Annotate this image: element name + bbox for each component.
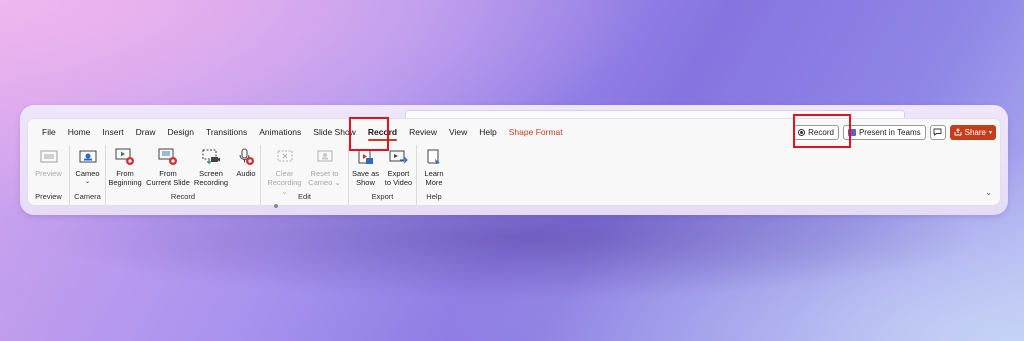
- tab-view[interactable]: View: [443, 119, 473, 145]
- ribbon-right-actions: Record Present in Teams Share ▾: [793, 123, 996, 141]
- reset-cameo-line2: Cameo ⌄: [308, 178, 341, 187]
- group-label-record: Record: [170, 192, 196, 201]
- save-as-show-icon: [356, 147, 376, 167]
- tab-insert[interactable]: Insert: [96, 119, 129, 145]
- reset-cameo-line1: Reset to: [310, 169, 339, 178]
- collapse-ribbon-chevron-icon[interactable]: ⌄: [985, 188, 992, 197]
- teams-icon: [847, 128, 856, 136]
- clear-recording-line1: Clear: [275, 169, 294, 178]
- learn-more-line2: More: [425, 178, 443, 187]
- learn-more-line1: Learn: [424, 169, 444, 178]
- tab-help[interactable]: Help: [473, 119, 502, 145]
- save-as-show-line1: Save as: [351, 169, 380, 178]
- export-video-line1: Export: [387, 169, 410, 178]
- preview-icon: [39, 147, 59, 167]
- screen-recording-icon: [201, 147, 221, 167]
- chevron-down-icon: ▾: [988, 129, 992, 136]
- tab-record[interactable]: Record: [362, 119, 403, 145]
- tab-slide-show[interactable]: Slide Show: [307, 119, 362, 145]
- preview-label: Preview: [35, 169, 62, 178]
- tab-home[interactable]: Home: [62, 119, 97, 145]
- group-camera: Cameo ⌄ Camera: [70, 145, 106, 205]
- group-label-preview: Preview: [35, 192, 62, 201]
- record-icon: [798, 128, 806, 136]
- group-label-edit: Edit: [298, 192, 311, 201]
- record-from-beginning-icon: [115, 147, 135, 167]
- tab-animations[interactable]: Animations: [253, 119, 307, 145]
- tab-transitions[interactable]: Transitions: [200, 119, 253, 145]
- title-bar: [405, 110, 905, 118]
- export-video-icon: [389, 147, 409, 167]
- book-icon: [424, 147, 444, 167]
- window-shadow: [40, 210, 984, 300]
- record-button[interactable]: Record: [793, 124, 839, 140]
- tab-draw[interactable]: Draw: [130, 119, 162, 145]
- group-help: Learn More Help: [417, 145, 451, 205]
- from-current-line1: From: [159, 169, 177, 178]
- ribbon-tabs: File Home Insert Draw Design Transitions…: [28, 119, 569, 145]
- cameo-label: Cameo: [75, 169, 100, 178]
- microphone-icon: [236, 147, 256, 167]
- chevron-down-icon: ⌄: [332, 178, 341, 187]
- ribbon: File Home Insert Draw Design Transitions…: [27, 118, 1001, 208]
- group-label-help: Help: [426, 192, 442, 201]
- share-label: Share: [964, 127, 986, 137]
- group-label-camera: Camera: [74, 192, 101, 201]
- clear-recording-icon: [275, 147, 295, 167]
- share-icon: [954, 128, 962, 136]
- record-button-label: Record: [808, 127, 834, 137]
- reset-cameo-line2-text: Cameo: [308, 178, 333, 187]
- export-video-line2: to Video: [384, 178, 413, 187]
- tab-design[interactable]: Design: [162, 119, 200, 145]
- chevron-down-icon: ⌄: [84, 179, 91, 185]
- tab-file[interactable]: File: [36, 119, 62, 145]
- present-in-teams-button[interactable]: Present in Teams: [842, 124, 926, 140]
- group-label-export: Export: [371, 192, 394, 201]
- record-from-current-icon: [158, 147, 178, 167]
- comments-button[interactable]: [929, 124, 946, 140]
- screen-recording-line1: Screen: [199, 169, 223, 178]
- tab-shape-format[interactable]: Shape Format: [503, 119, 569, 145]
- comment-icon: [933, 128, 942, 136]
- from-current-line2: Current Slide: [146, 178, 190, 187]
- from-beginning-line2: Beginning: [108, 178, 142, 187]
- reset-cameo-icon: [315, 147, 335, 167]
- group-export: Save as Show Export to Video Export: [349, 145, 417, 205]
- screen-recording-line2: Recording: [193, 178, 229, 187]
- audio-label: Audio: [236, 169, 256, 178]
- clear-recording-line2-text: Recording: [267, 178, 302, 187]
- save-as-show-line2: Show: [356, 178, 375, 187]
- share-button[interactable]: Share ▾: [949, 124, 996, 140]
- ribbon-groups: Preview Preview Cameo ⌄ Camera From Begi…: [28, 145, 451, 208]
- present-in-teams-label: Present in Teams: [858, 127, 921, 137]
- cameo-icon: [78, 147, 98, 167]
- tab-review[interactable]: Review: [403, 119, 443, 145]
- group-edit: Clear Recording ⌄ Reset to Cameo ⌄ Edit: [261, 145, 349, 205]
- group-record: From Beginning From Current Slide Screen…: [106, 145, 278, 208]
- group-preview: Preview Preview: [28, 145, 70, 205]
- from-beginning-line1: From: [116, 169, 134, 178]
